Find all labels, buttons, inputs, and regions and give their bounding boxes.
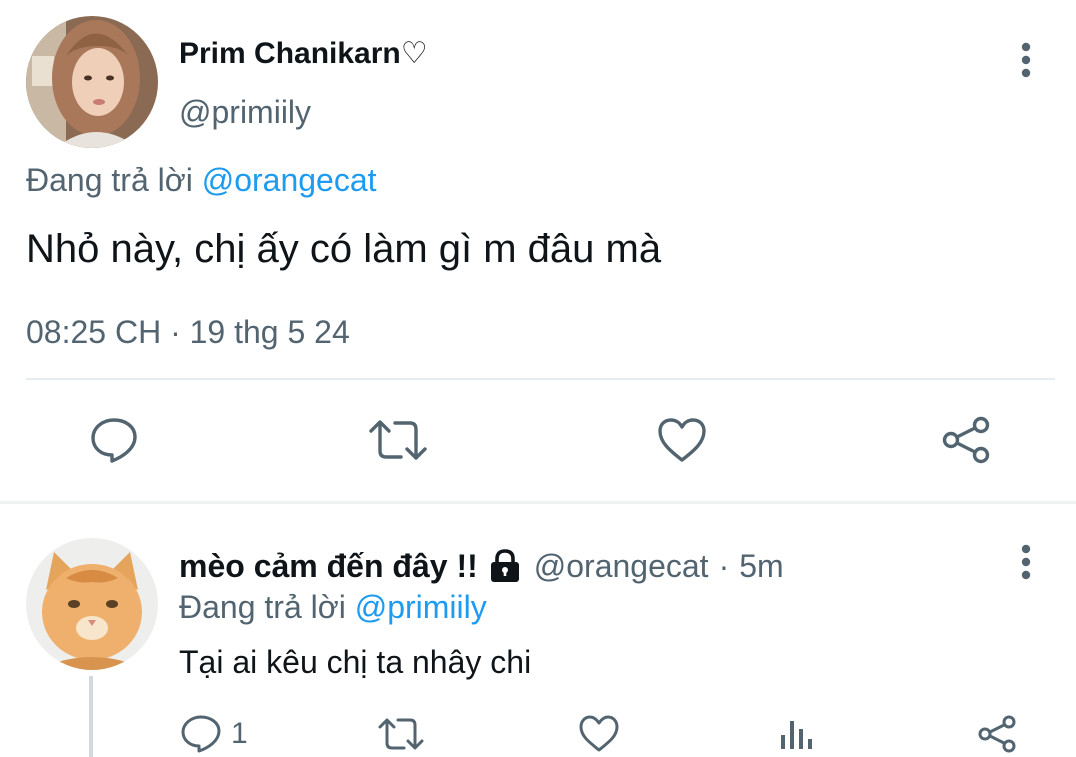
reply-like-button[interactable] xyxy=(579,712,619,756)
share-icon xyxy=(978,715,1016,753)
reply-header: mèo cảm đến đây !! @orangecat · 5m xyxy=(179,544,784,588)
like-icon xyxy=(579,715,619,752)
replying-to-label: Đang trả lời xyxy=(179,589,346,625)
reply-author-avatar[interactable] xyxy=(26,538,158,670)
retweet-button[interactable] xyxy=(368,410,428,470)
reply-views-button[interactable] xyxy=(779,712,815,756)
reply-reply-button[interactable]: 1 xyxy=(181,712,248,756)
reply-retweet-button[interactable] xyxy=(378,712,424,756)
retweet-icon xyxy=(369,420,427,460)
lock-icon xyxy=(488,549,522,583)
tweet-separator xyxy=(0,501,1076,504)
retweet-icon xyxy=(378,718,424,750)
like-icon xyxy=(658,418,706,462)
reply-more-options-button[interactable] xyxy=(1006,542,1046,582)
reply-age[interactable]: 5m xyxy=(739,544,783,588)
more-vertical-icon xyxy=(1021,42,1031,78)
thread-line xyxy=(89,676,93,757)
replying-to-mention[interactable]: @orangecat xyxy=(202,162,377,198)
tweet-text: Nhỏ này, chị ấy có làm gì m đâu mà xyxy=(26,227,662,271)
reply-share-button[interactable] xyxy=(977,712,1017,756)
replying-to-mention[interactable]: @primiily xyxy=(355,589,487,625)
replying-to-label: Đang trả lời xyxy=(26,162,193,198)
share-icon xyxy=(942,416,990,464)
share-button[interactable] xyxy=(936,410,996,470)
author-name[interactable]: Prim Chanikarn♡ xyxy=(179,32,428,76)
author-avatar[interactable] xyxy=(26,16,158,148)
reply-icon xyxy=(91,418,137,463)
divider xyxy=(26,378,1055,380)
meta-separator: · xyxy=(718,548,730,584)
reply-author-name[interactable]: mèo cảm đến đây !! xyxy=(179,544,478,588)
reply-count: 1 xyxy=(231,717,248,750)
replying-to: Đang trả lời @orangecat xyxy=(26,158,377,202)
author-handle[interactable]: @primiily xyxy=(179,90,311,134)
views-icon xyxy=(781,721,812,749)
more-options-button[interactable] xyxy=(1006,40,1046,80)
more-vertical-icon xyxy=(1021,544,1031,580)
tweet-timestamp[interactable]: 08:25 CH · 19 thg 5 24 xyxy=(26,310,350,354)
reply-icon xyxy=(181,715,221,753)
reply-button[interactable] xyxy=(84,410,144,470)
reply-text: Tại ai kêu chị ta nhây chi xyxy=(179,644,532,680)
like-button[interactable] xyxy=(652,410,712,470)
reply-author-handle[interactable]: @orangecat xyxy=(534,544,709,588)
reply-replying-to: Đang trả lời @primiily xyxy=(179,585,487,629)
